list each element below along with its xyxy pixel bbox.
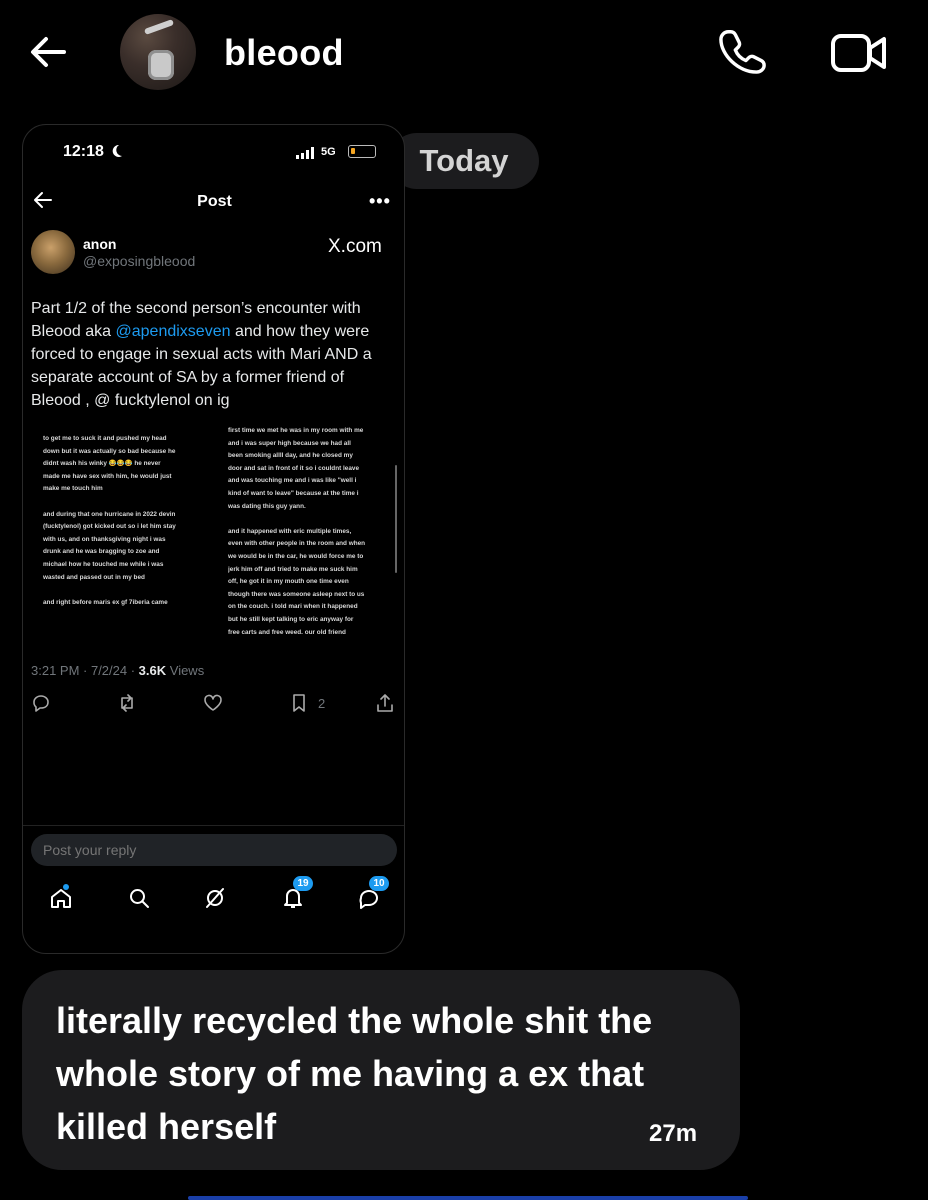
- image-text-line: we would be in the car, he would force m…: [228, 552, 364, 560]
- image-text-line: first time we met he was in my room with…: [228, 427, 364, 434]
- author-name[interactable]: anon: [83, 236, 116, 252]
- image-text-line: and during that one hurricane in 2022 de…: [43, 510, 176, 518]
- image-text-line: even with other people in the room and w…: [228, 540, 366, 548]
- image-text-line: door and sat in front of it so i couldnt…: [228, 464, 360, 472]
- image-text-line: jerk him off and tried to make me suck h…: [228, 565, 358, 573]
- image-text-line: and was touching me and i was like "well…: [228, 477, 357, 485]
- image-text-line: and i was super high because we had all: [228, 439, 351, 447]
- moon-icon: [111, 144, 123, 158]
- notifications-badge: 19: [293, 876, 313, 891]
- phone-icon[interactable]: [718, 28, 768, 78]
- image-text-line: kind of want to leave" because at the ti…: [228, 489, 359, 497]
- reply-icon[interactable]: [31, 693, 51, 717]
- image-text-line: been smoking allll day, and he closed my: [228, 452, 353, 460]
- image-text-line: but he still kept talking to eric anyway…: [228, 615, 354, 623]
- share-icon[interactable]: [375, 693, 395, 717]
- views-label: Views: [166, 663, 205, 678]
- status-bar-time: 12:18: [63, 143, 104, 160]
- repost-icon[interactable]: [117, 693, 137, 717]
- post-page-title: Post: [197, 193, 232, 210]
- image-text-line: with us, and on thanksgiving night i was: [43, 535, 166, 543]
- image-text-line: wasted and passed out in my bed: [43, 573, 145, 581]
- dm-header: bleood: [0, 0, 928, 110]
- contact-name[interactable]: bleood: [224, 32, 344, 74]
- message-time: 27m: [649, 1120, 698, 1147]
- next-message-edge: [188, 1196, 748, 1200]
- reply-divider: [23, 825, 404, 826]
- image-text-line: and right before maris ex gf 7iberia cam…: [43, 598, 168, 606]
- messages-badge: 10: [369, 876, 389, 891]
- grok-icon[interactable]: [203, 886, 231, 914]
- home-unread-dot: [63, 884, 69, 890]
- image-text-line: was dating this guy yann.: [228, 502, 306, 510]
- contact-avatar[interactable]: [120, 14, 196, 90]
- author-avatar[interactable]: [31, 230, 75, 274]
- bottom-tab-bar: 19 10: [23, 876, 404, 920]
- home-icon[interactable]: [49, 884, 77, 914]
- more-options-icon[interactable]: •••: [369, 191, 391, 212]
- search-icon[interactable]: [127, 886, 155, 914]
- views-count: 3.6K: [138, 663, 167, 678]
- like-heart-icon[interactable]: [203, 693, 223, 717]
- image-text-line: [43, 496, 223, 509]
- messages-icon[interactable]: 10: [357, 876, 389, 914]
- bookmark-count: 2: [318, 696, 326, 711]
- image-text-line: didnt wash his winky 😂😂😂 he never: [43, 460, 161, 468]
- image-text-line: made me have sex with him, he would just: [43, 472, 172, 480]
- battery-icon: [348, 145, 376, 158]
- image-text-line: [228, 513, 398, 526]
- image-text-line: [43, 584, 223, 597]
- image-text-line: and it happened with eric multiple times…: [228, 527, 352, 535]
- image-scroll-indicator: [395, 465, 397, 573]
- video-camera-icon[interactable]: [830, 30, 888, 76]
- source-watermark: X.com: [328, 236, 382, 257]
- day-separator: Today: [389, 133, 539, 189]
- message-text: literally recycled the whole shit the wh…: [56, 1000, 653, 1147]
- post-text: Part 1/2 of the second person’s encounte…: [31, 297, 393, 412]
- image-text-line: free carts and free weed. our old friend: [228, 628, 346, 636]
- post-timestamp: 3:21 PM · 7/2/24 ·: [31, 663, 139, 678]
- notifications-bell-icon[interactable]: 19: [281, 876, 313, 914]
- image-text-line: to get me to suck it and pushed my head: [43, 435, 167, 442]
- avatar-pendant: [148, 50, 174, 80]
- attached-image-left-text: to get me to suck it and pushed my head d…: [43, 433, 223, 609]
- image-text-line: down but it was actually so bad because …: [43, 447, 176, 455]
- image-text-line: off, he got it in my mouth one time even: [228, 578, 349, 586]
- image-text-line: on the couch. i told mari when it happen…: [228, 603, 358, 611]
- image-text-line: make me touch him: [43, 485, 103, 493]
- signal-icon: [296, 146, 316, 159]
- post-meta: 3:21 PM · 7/2/24 · 3.6K Views: [31, 663, 204, 678]
- message-bubble[interactable]: literally recycled the whole shit the wh…: [22, 970, 740, 1170]
- avatar-chain: [143, 19, 175, 35]
- mention-link[interactable]: @apendixseven: [116, 323, 231, 340]
- network-type: 5G: [321, 146, 336, 158]
- reply-input[interactable]: [31, 834, 397, 866]
- author-handle[interactable]: @exposingbleood: [83, 253, 195, 269]
- back-arrow-icon[interactable]: [26, 30, 70, 74]
- bookmark-icon[interactable]: [289, 693, 309, 717]
- image-text-line: (fucktylenol) got kicked out so i let hi…: [43, 523, 176, 531]
- attached-image-right-text: first time we met he was in my room with…: [228, 425, 398, 643]
- image-text-line: drunk and he was bragging to zoe and: [43, 548, 160, 556]
- shared-screenshot-image[interactable]: 12:18 5G Post ••• anon @exposingbleood X…: [22, 124, 405, 954]
- image-text-line: though there was someone asleep next to …: [228, 590, 365, 598]
- image-text-line: michael how he touched me while i was: [43, 560, 164, 568]
